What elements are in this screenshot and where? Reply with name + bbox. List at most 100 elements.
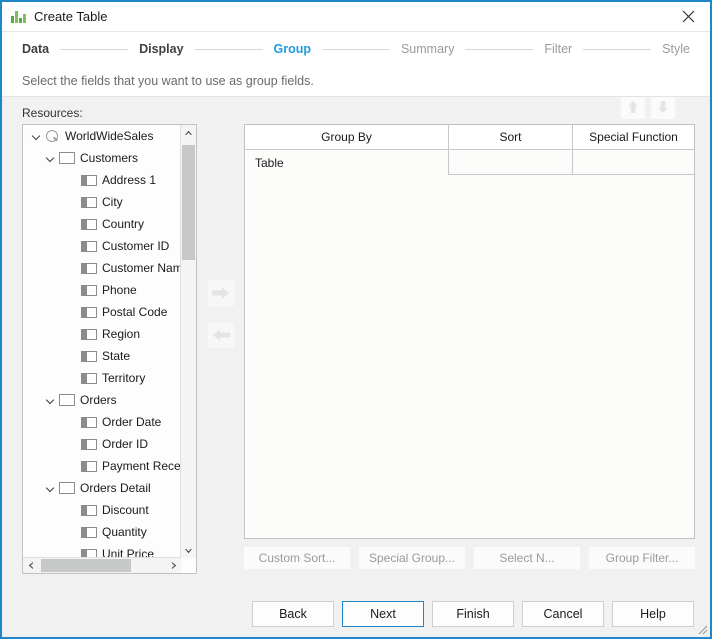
tree-item[interactable]: Discount (23, 499, 181, 521)
tree-item[interactable]: Phone (23, 279, 181, 301)
scroll-up-icon[interactable] (181, 125, 196, 140)
tree-item[interactable]: Quantity (23, 521, 181, 543)
chevron-down-icon[interactable] (41, 154, 59, 163)
tree-item[interactable]: Country (23, 213, 181, 235)
group-by-grid: Group By Sort Special Function Table (244, 124, 695, 539)
group-filter-button[interactable]: Group Filter... (589, 547, 695, 569)
back-button[interactable]: Back (252, 600, 334, 627)
field-icon (81, 416, 97, 428)
field-icon (81, 350, 97, 362)
tree-item[interactable]: Region (23, 323, 181, 345)
tree-vertical-scrollbar[interactable] (180, 125, 196, 558)
tree-item[interactable]: State (23, 345, 181, 367)
scroll-left-icon[interactable] (23, 558, 38, 573)
step-connector (322, 48, 390, 50)
tree-item-label: Customer Name (102, 261, 181, 275)
step-data[interactable]: Data (22, 42, 49, 56)
tree-item-label: Phone (102, 283, 137, 297)
step-connector (60, 48, 129, 50)
column-header-group-by[interactable]: Group By (245, 125, 448, 149)
resources-tree-list: WorldWideSales Customers Address 1 City Coun… (23, 125, 181, 558)
step-summary[interactable]: Summary (401, 42, 454, 56)
tree-hscroll-thumb[interactable] (41, 559, 131, 572)
tree-horizontal-scrollbar[interactable] (23, 557, 181, 573)
page-description: Select the fields that you want to use a… (2, 66, 710, 97)
close-icon[interactable] (666, 2, 710, 30)
cell-group-by[interactable]: Table (245, 150, 448, 175)
field-icon (81, 460, 97, 472)
field-icon (81, 526, 97, 538)
tree-item[interactable]: Orders (23, 389, 181, 411)
step-connector (465, 48, 534, 50)
tree-item-label: Order ID (102, 437, 149, 451)
cell-special-function[interactable] (572, 150, 694, 175)
finish-button[interactable]: Finish (432, 600, 514, 627)
cell-sort[interactable] (448, 150, 572, 175)
tree-item-label: Territory (102, 371, 146, 385)
field-icon (81, 174, 97, 186)
arrow-down-icon (657, 100, 669, 117)
tree-item[interactable]: Customer ID (23, 235, 181, 257)
add-field-button[interactable] (208, 280, 234, 306)
tree-item[interactable]: Unit Price (23, 543, 181, 558)
tree-item-label: Quantity (102, 525, 147, 539)
step-filter[interactable]: Filter (544, 42, 572, 56)
field-icon (81, 372, 97, 384)
resize-grip-icon[interactable] (695, 622, 708, 635)
field-icon (81, 328, 97, 340)
select-n-button[interactable]: Select N... (474, 547, 580, 569)
tree-item[interactable]: Order ID (23, 433, 181, 455)
cancel-button[interactable]: Cancel (522, 600, 604, 627)
arrow-left-icon (212, 328, 230, 342)
tree-item-label: Order Date (102, 415, 162, 429)
scrollbar-corner (181, 558, 196, 573)
tree-item-label: Country (102, 217, 145, 231)
remove-field-button[interactable] (208, 322, 234, 348)
resources-tree[interactable]: WorldWideSales Customers Address 1 City Coun… (22, 124, 197, 574)
chevron-down-icon[interactable] (41, 396, 59, 405)
tree-item-label: State (102, 349, 131, 363)
move-down-button[interactable] (651, 97, 675, 119)
grid-header-row: Group By Sort Special Function (245, 125, 694, 150)
create-table-dialog: Create Table Data Display Group Summary … (0, 0, 712, 639)
window-title: Create Table (34, 9, 108, 24)
scroll-down-icon[interactable] (181, 543, 196, 558)
tree-item[interactable]: Customer Name (23, 257, 181, 279)
chevron-down-icon[interactable] (41, 484, 59, 493)
field-icon (81, 284, 97, 296)
step-style[interactable]: Style (662, 42, 690, 56)
tree-item[interactable]: Address 1 (23, 169, 181, 191)
column-header-sort[interactable]: Sort (448, 125, 572, 149)
arrow-right-icon (212, 286, 230, 300)
special-group-button[interactable]: Special Group... (359, 547, 465, 569)
custom-sort-button[interactable]: Custom Sort... (244, 547, 350, 569)
table-icon (59, 152, 75, 164)
dialog-footer: Back Next Finish Cancel Help (2, 590, 710, 637)
field-icon (81, 240, 97, 252)
tree-item[interactable]: WorldWideSales (23, 125, 181, 147)
tree-item[interactable]: Order Date (23, 411, 181, 433)
next-button[interactable]: Next (342, 600, 424, 627)
step-group[interactable]: Group (274, 42, 312, 56)
table-icon (59, 394, 75, 406)
tree-item[interactable]: Territory (23, 367, 181, 389)
tree-item[interactable]: Orders Detail (23, 477, 181, 499)
field-icon (81, 306, 97, 318)
tree-item[interactable]: City (23, 191, 181, 213)
tree-vscroll-thumb[interactable] (182, 145, 195, 260)
tree-item[interactable]: Customers (23, 147, 181, 169)
resources-label: Resources: (22, 106, 83, 120)
dialog-body: Resources: WorldWideSales Customers Addres… (2, 97, 710, 590)
table-row[interactable]: Table (245, 150, 694, 175)
chevron-down-icon[interactable] (27, 132, 45, 141)
tree-item-label: Region (102, 327, 141, 341)
column-header-special-function[interactable]: Special Function (572, 125, 694, 149)
scroll-right-icon[interactable] (166, 558, 181, 573)
tree-item[interactable]: Postal Code (23, 301, 181, 323)
step-display[interactable]: Display (139, 42, 183, 56)
move-up-button[interactable] (621, 97, 645, 119)
tree-item[interactable]: Payment Received (23, 455, 181, 477)
field-icon (81, 196, 97, 208)
help-button[interactable]: Help (612, 600, 694, 627)
tree-item-label: City (102, 195, 123, 209)
